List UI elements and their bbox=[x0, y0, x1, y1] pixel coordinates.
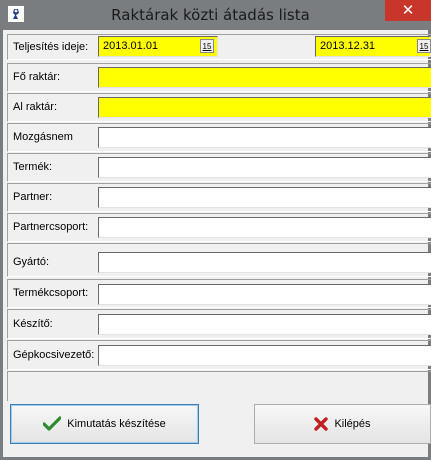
create-report-label: Kimutatás készítése bbox=[67, 418, 166, 430]
field-label-manufacturer: Gyártó: bbox=[13, 256, 50, 268]
calendar-from-icon[interactable]: 15 bbox=[200, 39, 214, 53]
status-bar bbox=[7, 371, 431, 401]
period-label: Teljesítés ideje: bbox=[13, 41, 89, 53]
field-label-movement-type: Mozgásnem bbox=[13, 131, 73, 143]
close-icon: ✕ bbox=[401, 1, 415, 19]
manufacturer-input[interactable] bbox=[98, 252, 431, 273]
driver-input[interactable] bbox=[98, 345, 431, 366]
checkmark-icon bbox=[43, 416, 62, 431]
field-label-main-warehouse: Fő raktár: bbox=[13, 71, 61, 83]
date-to-value: 2013.12.31 bbox=[320, 40, 376, 52]
partner-input[interactable] bbox=[98, 187, 431, 208]
field-label-partner-group: Partnercsoport: bbox=[13, 221, 89, 233]
main-warehouse-input[interactable] bbox=[98, 67, 431, 88]
calendar-to-icon[interactable]: 15 bbox=[417, 39, 431, 53]
date-from-value: 2013.01.01 bbox=[103, 40, 159, 52]
creator-input[interactable] bbox=[98, 314, 431, 335]
product-group-input[interactable] bbox=[98, 284, 431, 305]
exit-label: Kilépés bbox=[334, 418, 371, 430]
app-icon bbox=[8, 6, 24, 22]
create-report-button[interactable]: Kimutatás készítése bbox=[10, 404, 199, 444]
title-bar[interactable]: Raktárak közti átadás lista ✕ bbox=[0, 0, 431, 30]
window-title: Raktárak közti átadás lista bbox=[111, 6, 310, 24]
window-border-left bbox=[0, 30, 3, 460]
close-button[interactable]: ✕ bbox=[385, 0, 431, 21]
date-from-field[interactable]: 2013.01.01 15 bbox=[98, 36, 218, 57]
field-label-sub-warehouse: Al raktár: bbox=[13, 101, 58, 113]
field-label-product: Termék: bbox=[13, 161, 53, 173]
product-input[interactable] bbox=[98, 157, 431, 178]
field-label-partner: Partner: bbox=[13, 191, 53, 203]
exit-button[interactable]: Kilépés bbox=[254, 404, 431, 444]
x-mark-icon bbox=[314, 417, 329, 431]
field-label-creator: Készítő: bbox=[13, 318, 53, 330]
movement-type-input[interactable] bbox=[98, 127, 431, 148]
date-to-field[interactable]: 2013.12.31 15 bbox=[315, 36, 431, 57]
sub-warehouse-input[interactable] bbox=[98, 97, 431, 118]
partner-group-input[interactable] bbox=[98, 217, 431, 238]
field-label-product-group: Termékcsoport: bbox=[13, 287, 89, 299]
field-label-driver: Gépkocsivezető: bbox=[13, 349, 95, 361]
